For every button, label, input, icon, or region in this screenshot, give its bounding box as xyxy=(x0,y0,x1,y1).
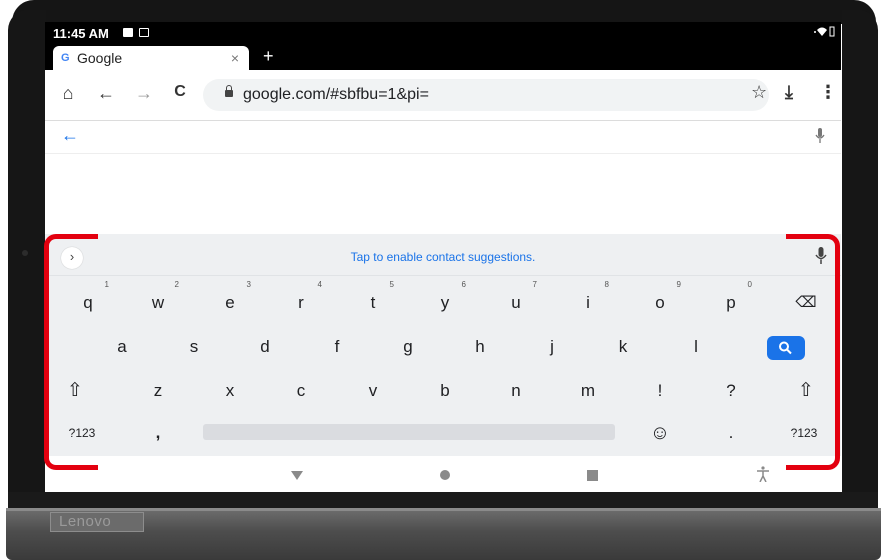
tab-title: Google xyxy=(77,50,123,66)
key-t[interactable]: t5 xyxy=(348,280,398,318)
top-bezel xyxy=(12,0,876,24)
address-bar[interactable]: google.com/#sbfbu=1&pi= xyxy=(203,79,769,111)
lock-icon xyxy=(225,85,233,97)
key-l[interactable]: l xyxy=(671,332,721,362)
home-circle-button[interactable] xyxy=(439,468,451,486)
key-v[interactable]: v xyxy=(348,376,398,406)
highlight-bracket-left xyxy=(44,234,98,470)
key-a[interactable]: a xyxy=(97,332,147,362)
wifi-battery-icon xyxy=(813,26,835,40)
search-back-icon[interactable]: ← xyxy=(61,125,79,146)
key-n[interactable]: n xyxy=(491,376,541,406)
key-f[interactable]: f xyxy=(312,332,362,362)
on-screen-keyboard: › Tap to enable contact suggestions. q1 … xyxy=(45,234,841,492)
contact-suggestions-prompt[interactable]: Tap to enable contact suggestions. xyxy=(45,250,841,264)
key-o[interactable]: o9 xyxy=(635,280,685,318)
key-k[interactable]: k xyxy=(598,332,648,362)
key-h[interactable]: h xyxy=(455,332,505,362)
front-camera xyxy=(22,250,28,256)
status-time: 11:45 AM xyxy=(53,26,109,41)
key-e[interactable]: e3 xyxy=(205,280,255,318)
new-tab-button[interactable]: + xyxy=(263,46,274,67)
mic-icon[interactable] xyxy=(815,128,825,149)
emoji-key[interactable]: ☺ xyxy=(635,418,685,448)
suggestion-strip: › Tap to enable contact suggestions. xyxy=(45,234,841,276)
home-button[interactable]: ⌂ xyxy=(57,83,79,104)
key-u[interactable]: u7 xyxy=(491,280,541,318)
key-x[interactable]: x xyxy=(205,376,255,406)
hide-keyboard-button[interactable] xyxy=(291,468,303,486)
comma-key[interactable]: , xyxy=(133,418,183,448)
system-nav-bar xyxy=(45,456,841,492)
key-w[interactable]: w2 xyxy=(133,280,183,318)
brand-logo: Lenovo xyxy=(50,512,144,532)
tab-google[interactable]: G Google × xyxy=(53,46,249,71)
period-key[interactable]: . xyxy=(706,418,756,448)
screen: 11:45 AM G Google × + ⌂ ← → C google.com… xyxy=(45,22,841,492)
url-text: google.com/#sbfbu=1&pi= xyxy=(243,86,429,103)
key-r[interactable]: r4 xyxy=(276,280,326,318)
key-b[interactable]: b xyxy=(420,376,470,406)
key-s[interactable]: s xyxy=(169,332,219,362)
browser-toolbar: ⌂ ← → C google.com/#sbfbu=1&pi= ☆ ⤓ ⋮ xyxy=(45,71,841,121)
key-question[interactable]: ? xyxy=(706,376,756,406)
accessibility-icon[interactable] xyxy=(757,466,769,487)
key-y[interactable]: y6 xyxy=(420,280,470,318)
google-favicon-icon: G xyxy=(61,52,70,64)
notification-icon xyxy=(123,28,133,37)
bookmark-star-icon[interactable]: ☆ xyxy=(751,82,767,103)
gallery-icon xyxy=(139,28,149,37)
key-exclamation[interactable]: ! xyxy=(635,376,685,406)
menu-icon[interactable]: ⋮ xyxy=(819,82,837,103)
key-g[interactable]: g xyxy=(383,332,433,362)
key-c[interactable]: c xyxy=(276,376,326,406)
key-m[interactable]: m xyxy=(563,376,613,406)
reload-button[interactable]: C xyxy=(169,83,191,101)
status-bar: 11:45 AM xyxy=(45,22,841,46)
right-bezel xyxy=(842,10,878,498)
tablet-device: Lenovo 11:45 AM G Google × + ⌂ ← → C goo… xyxy=(0,0,881,560)
key-i[interactable]: i8 xyxy=(563,280,613,318)
key-j[interactable]: j xyxy=(527,332,577,362)
space-key[interactable] xyxy=(203,424,615,440)
key-z[interactable]: z xyxy=(133,376,183,406)
key-d[interactable]: d xyxy=(240,332,290,362)
highlight-bracket-right xyxy=(786,234,840,470)
search-header: ← xyxy=(45,122,841,154)
page-content xyxy=(45,154,841,234)
hinge-highlight xyxy=(6,508,881,511)
download-icon[interactable]: ⤓ xyxy=(785,82,793,103)
forward-button[interactable]: → xyxy=(133,83,155,104)
key-p[interactable]: p0 xyxy=(706,280,756,318)
back-button[interactable]: ← xyxy=(95,83,117,104)
recents-button[interactable] xyxy=(587,468,598,486)
tab-close-icon[interactable]: × xyxy=(231,50,239,66)
